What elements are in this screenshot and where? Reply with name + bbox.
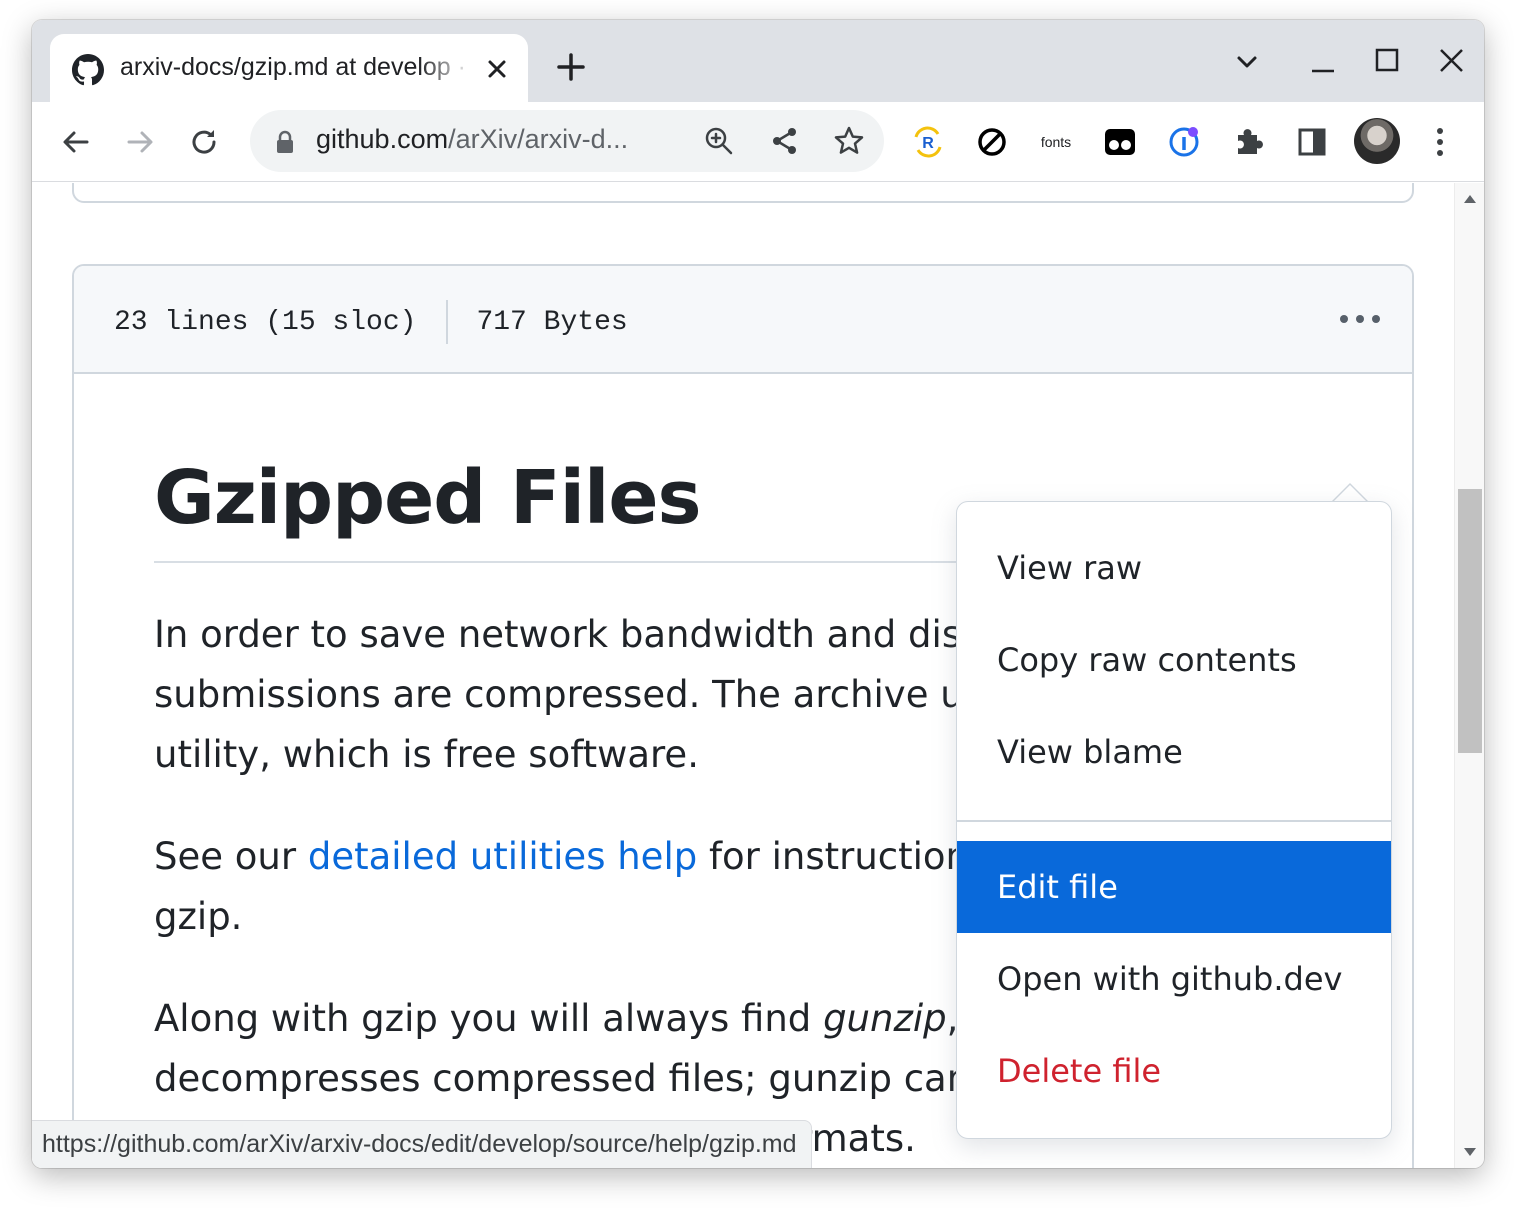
page-viewport[interactable]: 23 lines (15 sloc) 717 Bytes Gzipped Fil… bbox=[32, 183, 1454, 1168]
info-extension-icon bbox=[1169, 127, 1199, 157]
r-extension-icon: R bbox=[914, 126, 942, 158]
close-icon[interactable] bbox=[482, 54, 512, 84]
kebab-dot bbox=[1372, 315, 1380, 323]
vertical-scrollbar[interactable] bbox=[1454, 183, 1484, 1168]
menu-item-view-raw[interactable]: View raw bbox=[957, 522, 1391, 614]
tab-active[interactable]: arxiv-docs/gzip.md at develop · arXiv/ar… bbox=[50, 34, 528, 102]
tab-title: arxiv-docs/gzip.md at develop · arXiv/ar… bbox=[120, 53, 472, 81]
avatar[interactable] bbox=[1354, 118, 1400, 164]
extension-glasses-button[interactable] bbox=[1100, 122, 1140, 162]
kebab-menu-button[interactable] bbox=[1336, 302, 1384, 336]
window-close-icon[interactable] bbox=[1434, 44, 1468, 78]
scroll-thumb[interactable] bbox=[1458, 489, 1482, 753]
menu-item-view-blame[interactable]: View blame bbox=[957, 706, 1391, 798]
file-actions-menu: View raw Copy raw contents View blame Ed… bbox=[956, 501, 1392, 1139]
file-size: 717 Bytes bbox=[476, 306, 628, 338]
tab-search-icon[interactable] bbox=[1230, 44, 1264, 78]
menu-button[interactable] bbox=[1420, 122, 1460, 162]
side-panel-button[interactable] bbox=[1292, 122, 1332, 162]
url-text[interactable]: github.com/arXiv/arxiv-d... bbox=[316, 124, 628, 155]
url-path: /arXiv/arxiv-d... bbox=[448, 124, 629, 154]
address-bar[interactable]: github.com/arXiv/arxiv-d... bbox=[250, 110, 884, 172]
back-button[interactable] bbox=[56, 122, 96, 162]
menu-item-edit-file[interactable]: Edit file bbox=[957, 841, 1391, 933]
extension-i-button[interactable] bbox=[1164, 122, 1204, 162]
line-count: 23 lines (15 sloc) bbox=[114, 306, 417, 338]
lock-icon[interactable] bbox=[274, 130, 296, 154]
file-header: 23 lines (15 sloc) 717 Bytes bbox=[74, 266, 1412, 374]
glasses-icon bbox=[1105, 129, 1135, 155]
forward-button[interactable] bbox=[120, 122, 160, 162]
bookmark-star-icon[interactable] bbox=[832, 124, 866, 158]
maximize-icon[interactable] bbox=[1370, 44, 1404, 78]
menu-item-open-github-dev[interactable]: Open with github.dev bbox=[957, 933, 1391, 1025]
new-tab-icon[interactable] bbox=[552, 48, 590, 86]
kebab-dot bbox=[1356, 315, 1364, 323]
zoom-icon[interactable] bbox=[702, 124, 736, 158]
reload-button[interactable] bbox=[184, 122, 224, 162]
extension-block-button[interactable] bbox=[972, 122, 1012, 162]
extension-fonts-button[interactable]: fonts bbox=[1036, 122, 1076, 162]
kebab-icon bbox=[1340, 315, 1348, 323]
puzzle-icon bbox=[1238, 129, 1263, 154]
share-icon[interactable] bbox=[768, 124, 802, 158]
menu-divider bbox=[957, 820, 1391, 822]
svg-text:R: R bbox=[922, 135, 934, 152]
previous-box bbox=[72, 183, 1414, 203]
browser-window: arxiv-docs/gzip.md at develop · arXiv/ar… bbox=[32, 20, 1484, 1168]
menu-item-copy-raw[interactable]: Copy raw contents bbox=[957, 614, 1391, 706]
extension-r-button[interactable]: R bbox=[908, 122, 948, 162]
file-info-divider bbox=[446, 300, 449, 344]
scroll-down-icon[interactable] bbox=[1464, 1148, 1476, 1156]
p3-text: Along with gzip you will always find bbox=[154, 997, 824, 1041]
p3-emphasis: gunzip bbox=[823, 997, 947, 1041]
menu-item-delete-file[interactable]: Delete file bbox=[957, 1025, 1391, 1117]
extensions-button[interactable] bbox=[1228, 122, 1268, 162]
block-icon bbox=[978, 128, 1006, 156]
arrow-right-icon bbox=[127, 131, 153, 153]
status-bubble: https://github.com/arXiv/arxiv-docs/edit… bbox=[32, 1120, 812, 1168]
scroll-up-icon[interactable] bbox=[1464, 195, 1476, 203]
side-panel-icon bbox=[1298, 128, 1326, 156]
reload-icon bbox=[192, 130, 216, 154]
minimize-icon[interactable] bbox=[1306, 44, 1340, 78]
menu-caret-fill bbox=[1333, 485, 1367, 502]
p2-text: See our bbox=[154, 835, 308, 879]
file-info: 23 lines (15 sloc) 717 Bytes bbox=[114, 300, 628, 344]
tab-strip: arxiv-docs/gzip.md at develop · arXiv/ar… bbox=[32, 20, 1484, 102]
more-vert-icon bbox=[1437, 128, 1443, 156]
github-icon bbox=[72, 54, 104, 86]
url-host: github.com bbox=[316, 124, 449, 154]
arrow-left-icon bbox=[63, 131, 89, 153]
browser-toolbar: github.com/arXiv/arxiv-d... R fonts bbox=[32, 102, 1484, 182]
utilities-help-link[interactable]: detailed utilities help bbox=[308, 835, 697, 878]
